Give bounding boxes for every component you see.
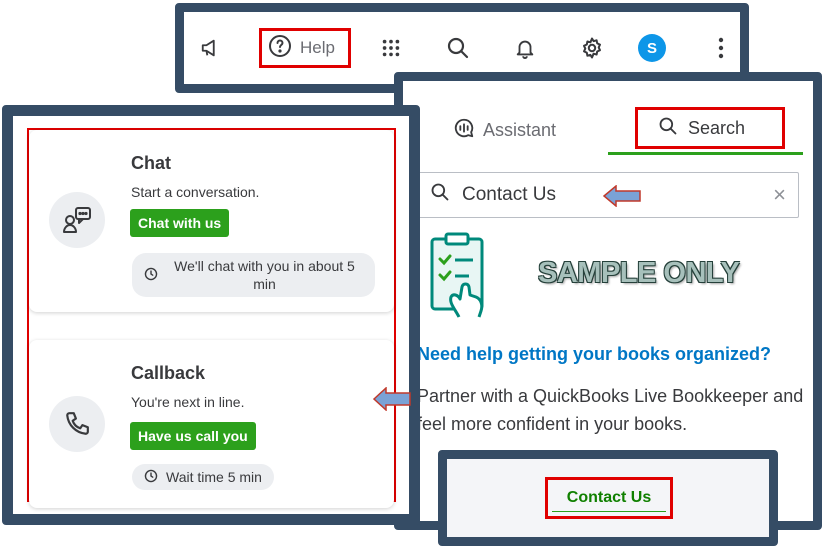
tab-search-label: Search [688, 117, 746, 138]
assistant-icon [453, 117, 475, 144]
search-icon [430, 182, 450, 208]
help-button[interactable]: Help [259, 28, 351, 68]
clipboard-illustration [430, 232, 484, 318]
arrow-annotation [373, 387, 411, 411]
contact-panel: Contact Us [438, 450, 778, 546]
search-icon[interactable] [446, 36, 470, 60]
tab-assistant-label: Assistant [483, 120, 557, 140]
promo-title[interactable]: Need help getting your books organized? [417, 344, 771, 365]
megaphone-icon[interactable] [200, 37, 222, 59]
chat-icon [49, 192, 105, 248]
chat-wait-badge: We'll chat with you in about 5 min [132, 253, 375, 297]
chat-with-us-button[interactable]: Chat with us [130, 209, 230, 237]
clear-icon[interactable]: × [773, 182, 786, 208]
active-tab-indicator [608, 152, 803, 155]
callback-subtitle: You're next in line. [131, 394, 245, 410]
callback-title: Callback [131, 363, 206, 383]
sample-watermark: SAMPLE ONLY [538, 257, 740, 289]
chat-wait-text: We'll chat with you in about 5 min [174, 258, 355, 292]
help-circle-icon [268, 34, 292, 63]
help-label: Help [300, 38, 335, 57]
clock-icon [144, 469, 158, 486]
tab-assistant[interactable]: Assistant [453, 117, 556, 144]
contact-us-button[interactable]: Contact Us [545, 477, 673, 519]
more-vertical-icon[interactable] [718, 37, 724, 59]
callback-option-card: Callback You're next in line. Have us ca… [29, 340, 394, 508]
have-us-call-you-button[interactable]: Have us call you [130, 422, 256, 450]
gear-icon[interactable] [580, 36, 604, 60]
search-icon [658, 116, 678, 141]
bell-icon[interactable] [514, 36, 536, 60]
callback-wait-badge: Wait time 5 min [132, 464, 274, 490]
chat-option-card: Chat Start a conversation. Chat with us … [29, 130, 394, 312]
clock-icon [144, 267, 158, 284]
phone-icon [49, 396, 105, 452]
apps-grid-icon[interactable] [380, 37, 402, 59]
chat-title: Chat [131, 153, 171, 173]
chat-subtitle: Start a conversation. [131, 184, 260, 200]
promo-body: Partner with a QuickBooks Live Bookkeepe… [417, 386, 804, 434]
arrow-annotation [603, 185, 641, 207]
tab-search[interactable]: Search [635, 107, 785, 149]
callback-wait-text: Wait time 5 min [166, 469, 262, 485]
contact-options-panel: Chat Start a conversation. Chat with us … [2, 105, 420, 525]
search-value: Contact Us [462, 184, 556, 205]
user-avatar[interactable]: S [638, 34, 666, 62]
